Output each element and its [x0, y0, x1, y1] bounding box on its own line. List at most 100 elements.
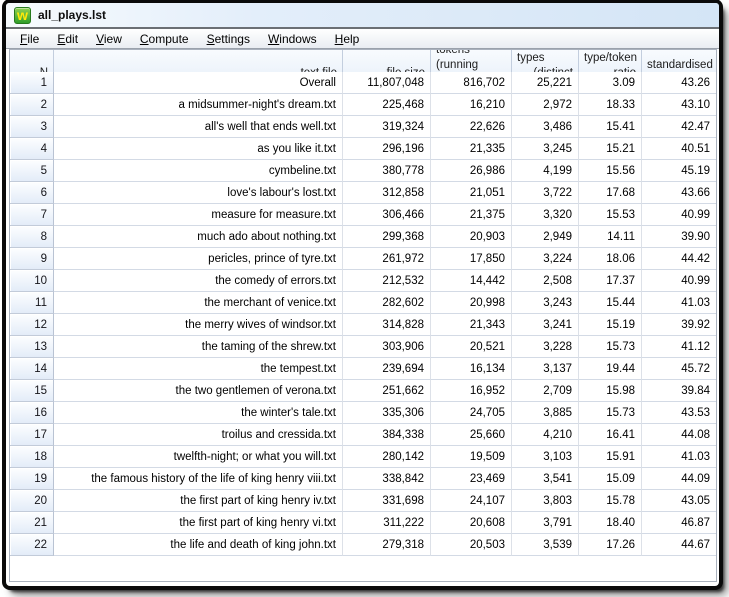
cell-ttr[interactable]: 19.44 — [579, 358, 642, 380]
cell-text_file[interactable]: as you like it.txt — [54, 138, 343, 160]
cell-file_size[interactable]: 261,972 — [343, 248, 431, 270]
cell-text_file[interactable]: the first part of king henry vi.txt — [54, 512, 343, 534]
cell-sttr[interactable]: 44.09 — [642, 468, 716, 490]
cell-text_file[interactable]: the merchant of venice.txt — [54, 292, 343, 314]
cell-tokens[interactable]: 23,469 — [431, 468, 512, 490]
cell-file_size[interactable]: 311,222 — [343, 512, 431, 534]
cell-sttr[interactable]: 44.08 — [642, 424, 716, 446]
cell-types[interactable]: 3,539 — [512, 534, 579, 556]
cell-types[interactable]: 2,972 — [512, 94, 579, 116]
cell-ttr[interactable]: 15.09 — [579, 468, 642, 490]
cell-sttr[interactable]: 39.84 — [642, 380, 716, 402]
cell-tokens[interactable]: 20,903 — [431, 226, 512, 248]
cell-text_file[interactable]: the first part of king henry iv.txt — [54, 490, 343, 512]
cell-text_file[interactable]: the merry wives of windsor.txt — [54, 314, 343, 336]
cell-text_file[interactable]: all's well that ends well.txt — [54, 116, 343, 138]
cell-text_file[interactable]: a midsummer-night's dream.txt — [54, 94, 343, 116]
cell-types[interactable]: 3,803 — [512, 490, 579, 512]
row-number[interactable]: 13 — [10, 336, 54, 358]
cell-sttr[interactable]: 44.67 — [642, 534, 716, 556]
cell-sttr[interactable]: 43.10 — [642, 94, 716, 116]
cell-tokens[interactable]: 21,343 — [431, 314, 512, 336]
cell-tokens[interactable]: 21,051 — [431, 182, 512, 204]
row-number[interactable]: 18 — [10, 446, 54, 468]
cell-ttr[interactable]: 16.41 — [579, 424, 642, 446]
titlebar[interactable]: w all_plays.lst — [6, 3, 719, 29]
cell-file_size[interactable]: 380,778 — [343, 160, 431, 182]
cell-file_size[interactable]: 251,662 — [343, 380, 431, 402]
cell-ttr[interactable]: 15.41 — [579, 116, 642, 138]
cell-file_size[interactable]: 225,468 — [343, 94, 431, 116]
cell-types[interactable]: 3,243 — [512, 292, 579, 314]
row-number[interactable]: 7 — [10, 204, 54, 226]
cell-tokens[interactable]: 21,335 — [431, 138, 512, 160]
row-number[interactable]: 9 — [10, 248, 54, 270]
row-number[interactable]: 5 — [10, 160, 54, 182]
cell-types[interactable]: 2,508 — [512, 270, 579, 292]
cell-ttr[interactable]: 15.44 — [579, 292, 642, 314]
menu-item-settings[interactable]: Settings — [198, 31, 259, 47]
cell-file_size[interactable]: 319,324 — [343, 116, 431, 138]
cell-types[interactable]: 4,210 — [512, 424, 579, 446]
cell-types[interactable]: 3,885 — [512, 402, 579, 424]
menu-item-compute[interactable]: Compute — [131, 31, 198, 47]
row-number[interactable]: 19 — [10, 468, 54, 490]
cell-ttr[interactable]: 17.68 — [579, 182, 642, 204]
cell-types[interactable]: 3,245 — [512, 138, 579, 160]
cell-ttr[interactable]: 15.19 — [579, 314, 642, 336]
cell-types[interactable]: 3,541 — [512, 468, 579, 490]
cell-text_file[interactable]: the two gentlemen of verona.txt — [54, 380, 343, 402]
cell-file_size[interactable]: 303,906 — [343, 336, 431, 358]
cell-file_size[interactable]: 331,698 — [343, 490, 431, 512]
cell-sttr[interactable]: 41.03 — [642, 292, 716, 314]
cell-types[interactable]: 3,320 — [512, 204, 579, 226]
cell-file_size[interactable]: 279,318 — [343, 534, 431, 556]
cell-types[interactable]: 2,949 — [512, 226, 579, 248]
row-number[interactable]: 14 — [10, 358, 54, 380]
cell-file_size[interactable]: 212,532 — [343, 270, 431, 292]
cell-sttr[interactable]: 43.05 — [642, 490, 716, 512]
cell-ttr[interactable]: 18.06 — [579, 248, 642, 270]
cell-sttr[interactable]: 41.03 — [642, 446, 716, 468]
cell-tokens[interactable]: 816,702 — [431, 72, 512, 94]
cell-ttr[interactable]: 3.09 — [579, 72, 642, 94]
cell-types[interactable]: 3,722 — [512, 182, 579, 204]
cell-sttr[interactable]: 45.72 — [642, 358, 716, 380]
cell-ttr[interactable]: 17.37 — [579, 270, 642, 292]
row-number[interactable]: 6 — [10, 182, 54, 204]
cell-ttr[interactable]: 15.73 — [579, 336, 642, 358]
cell-types[interactable]: 3,241 — [512, 314, 579, 336]
menu-item-edit[interactable]: Edit — [48, 31, 87, 47]
cell-tokens[interactable]: 16,210 — [431, 94, 512, 116]
cell-tokens[interactable]: 24,705 — [431, 402, 512, 424]
cell-file_size[interactable]: 280,142 — [343, 446, 431, 468]
menu-item-file[interactable]: File — [11, 31, 48, 47]
cell-sttr[interactable]: 45.19 — [642, 160, 716, 182]
cell-text_file[interactable]: troilus and cressida.txt — [54, 424, 343, 446]
cell-sttr[interactable]: 46.87 — [642, 512, 716, 534]
cell-sttr[interactable]: 40.99 — [642, 204, 716, 226]
cell-text_file[interactable]: pericles, prince of tyre.txt — [54, 248, 343, 270]
cell-sttr[interactable]: 39.90 — [642, 226, 716, 248]
row-number[interactable]: 22 — [10, 534, 54, 556]
cell-sttr[interactable]: 41.12 — [642, 336, 716, 358]
cell-types[interactable]: 3,137 — [512, 358, 579, 380]
menu-item-help[interactable]: Help — [326, 31, 369, 47]
cell-ttr[interactable]: 15.53 — [579, 204, 642, 226]
cell-sttr[interactable]: 39.92 — [642, 314, 716, 336]
cell-ttr[interactable]: 15.73 — [579, 402, 642, 424]
cell-sttr[interactable]: 43.26 — [642, 72, 716, 94]
cell-ttr[interactable]: 15.78 — [579, 490, 642, 512]
cell-ttr[interactable]: 15.91 — [579, 446, 642, 468]
cell-tokens[interactable]: 19,509 — [431, 446, 512, 468]
cell-types[interactable]: 2,709 — [512, 380, 579, 402]
cell-tokens[interactable]: 25,660 — [431, 424, 512, 446]
row-number[interactable]: 11 — [10, 292, 54, 314]
row-number[interactable]: 10 — [10, 270, 54, 292]
cell-text_file[interactable]: much ado about nothing.txt — [54, 226, 343, 248]
cell-file_size[interactable]: 11,807,048 — [343, 72, 431, 94]
cell-types[interactable]: 3,486 — [512, 116, 579, 138]
cell-sttr[interactable]: 42.47 — [642, 116, 716, 138]
cell-file_size[interactable]: 335,306 — [343, 402, 431, 424]
cell-tokens[interactable]: 16,134 — [431, 358, 512, 380]
